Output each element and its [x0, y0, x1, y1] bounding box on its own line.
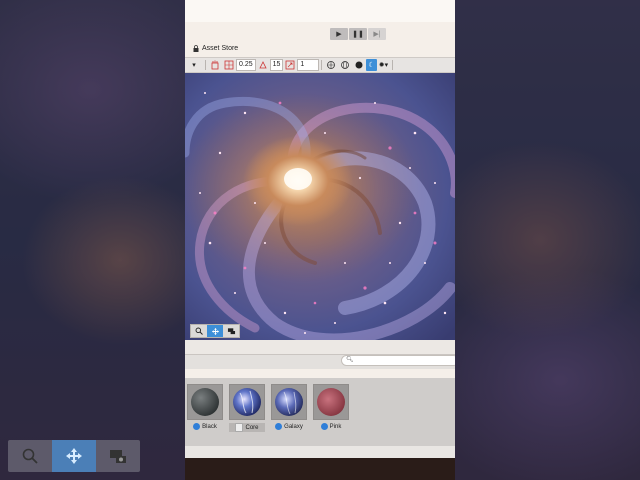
background-scene-tools: [8, 440, 140, 472]
asset-label: Black: [202, 423, 217, 430]
material-badge-icon: [275, 423, 283, 430]
asset-label: Core: [245, 424, 259, 431]
search-icon: 🔍︎: [346, 357, 354, 363]
bottom-bar: [185, 458, 455, 480]
material-thumbnail: [229, 384, 265, 420]
asset-label: Pink: [329, 423, 342, 430]
step-button[interactable]: ▶|: [368, 28, 386, 40]
rotation-snap-field[interactable]: 15: [269, 59, 284, 71]
move-icon: [211, 327, 219, 335]
playbar: ▶ ❚❚ ▶|: [330, 28, 386, 40]
scale-snap-field[interactable]: 1: [297, 59, 320, 71]
hand-tool-button[interactable]: [208, 59, 222, 71]
material-thumbnail: [271, 384, 307, 420]
move-tool-button[interactable]: [207, 325, 223, 337]
pause-button[interactable]: ❚❚: [349, 28, 367, 40]
chevron-down-icon: ▾: [192, 62, 196, 69]
divider: [321, 60, 323, 70]
panel-gap: [185, 340, 455, 354]
scale-snap-icon: [286, 60, 295, 70]
rotation-snap-icon: [258, 61, 267, 69]
asset-black[interactable]: Black: [187, 384, 223, 430]
asset-core[interactable]: Core: [229, 384, 265, 432]
play-icon: ▶: [336, 31, 342, 38]
asset-label: Galaxy: [284, 423, 303, 430]
bottom-strip: [185, 446, 455, 458]
material-badge-icon: [320, 423, 328, 430]
material-badge-icon: [193, 423, 201, 430]
hand-icon: [211, 60, 219, 70]
step-icon: ▶|: [373, 31, 381, 38]
grid-snap-button[interactable]: [222, 59, 236, 71]
search-input[interactable]: 🔍︎: [341, 355, 455, 366]
chevron-down-icon: ▾: [384, 62, 389, 69]
background-camera-icon: [96, 440, 140, 472]
material-thumbnail: [187, 384, 223, 420]
scene-tools: [190, 324, 240, 338]
background-search-icon: [8, 440, 52, 472]
background-move-icon: [52, 440, 96, 472]
grid-size-field[interactable]: 0.25: [236, 59, 256, 71]
divider: [205, 60, 206, 70]
asset-galaxy[interactable]: Galaxy: [271, 384, 307, 430]
asset-store-tab[interactable]: Asset Store: [193, 45, 238, 52]
asset-store-label: Asset Store: [202, 45, 239, 52]
scale-snap-button[interactable]: [283, 59, 297, 71]
search-tool-button[interactable]: [191, 325, 207, 337]
top-strip: [185, 0, 455, 22]
rotation-snap-button[interactable]: [256, 59, 270, 71]
shaded-button[interactable]: [352, 59, 366, 71]
editor-panel: ▶ ❚❚ ▶| Asset Store ▾ 0.25 15 1 ☾ ✹ ▾ 🔍︎…: [185, 0, 455, 480]
lighting-toggle[interactable]: ☾: [366, 59, 377, 71]
globe-button[interactable]: [338, 59, 352, 71]
globe-icon: [341, 61, 350, 69]
camera-tool-button[interactable]: [223, 325, 239, 337]
scene-toolbar: ▾ 0.25 15 1 ☾ ✹ ▾: [185, 57, 455, 73]
material-thumbnail: [313, 384, 349, 420]
galaxy-image: [185, 73, 455, 340]
moon-icon: ☾: [368, 62, 375, 69]
lock-icon: [193, 45, 199, 52]
play-button[interactable]: ▶: [330, 28, 348, 40]
scene-viewport[interactable]: [185, 73, 455, 340]
asset-pink[interactable]: Pink: [313, 384, 349, 430]
gizmo-button[interactable]: [324, 59, 338, 71]
sphere-icon: [355, 61, 363, 69]
camera-icon: [227, 328, 235, 335]
document-icon: [235, 423, 244, 432]
gizmo-icon: [327, 61, 336, 69]
dropdown-chevron[interactable]: ▾: [185, 59, 203, 71]
search-icon: [195, 327, 203, 335]
pause-icon: ❚❚: [352, 31, 364, 38]
grid-snap-icon: [224, 60, 234, 70]
divider: [392, 60, 394, 70]
effects-button[interactable]: ✹ ▾: [377, 59, 390, 71]
